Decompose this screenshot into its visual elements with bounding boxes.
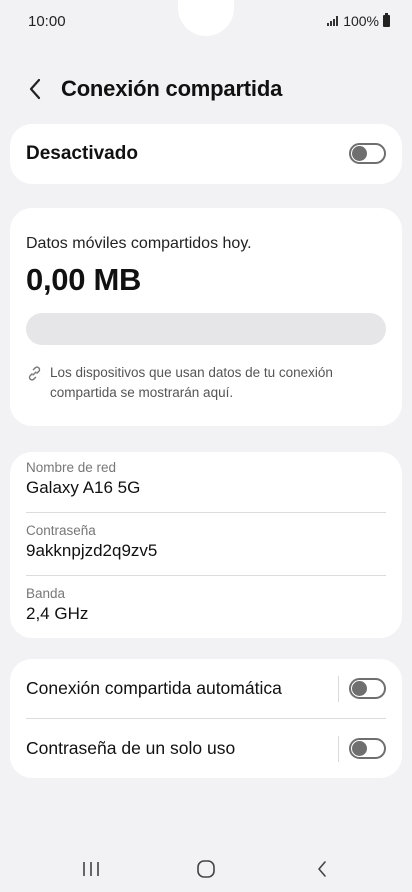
status-time: 10:00	[28, 13, 66, 30]
separator	[338, 676, 339, 702]
camera-notch	[178, 0, 234, 36]
usage-value: 0,00 MB	[26, 262, 142, 297]
options-card: Conexión compartida automática Contraseñ…	[10, 659, 402, 778]
password-value: 9akknpjzd2q9zv5	[26, 541, 158, 560]
separator	[338, 736, 339, 762]
info-text: Los dispositivos que usan datos de tu co…	[50, 365, 333, 400]
password-row[interactable]: Contraseña 9akknpjzd2q9zv5	[26, 523, 386, 561]
network-name-label: Nombre de red	[26, 460, 117, 475]
signal-icon	[327, 16, 339, 26]
recent-apps-button[interactable]	[71, 854, 111, 884]
app-header: Conexión compartida	[0, 70, 412, 108]
status-indicators: 100%	[327, 13, 390, 29]
nav-back-button[interactable]	[302, 854, 342, 884]
navigation-bar	[0, 846, 412, 892]
status-bar: 10:00 100%	[0, 0, 412, 46]
home-button[interactable]	[186, 854, 226, 884]
password-label: Contraseña	[26, 523, 96, 538]
home-icon	[197, 860, 215, 878]
band-value: 2,4 GHz	[26, 604, 89, 623]
network-card: Nombre de red Galaxy A16 5G Contraseña 9…	[10, 452, 402, 638]
network-name-value: Galaxy A16 5G	[26, 478, 141, 497]
battery-icon	[383, 13, 390, 27]
one-time-password-switch[interactable]	[349, 738, 386, 759]
auto-hotspot-switch[interactable]	[349, 678, 386, 699]
band-label: Banda	[26, 586, 66, 601]
divider	[26, 512, 386, 513]
back-button[interactable]	[22, 76, 48, 102]
usage-caption: Datos móviles compartidos hoy.	[26, 235, 252, 252]
battery-percentage: 100%	[343, 13, 379, 29]
master-toggle-switch[interactable]	[349, 143, 386, 164]
screen: 10:00 100% Conexión compartida Desactiva…	[0, 0, 412, 892]
network-name-row[interactable]: Nombre de red Galaxy A16 5G	[26, 460, 386, 498]
divider	[26, 575, 386, 576]
master-toggle-label: Desactivado	[26, 143, 138, 164]
chevron-left-icon	[29, 78, 41, 100]
divider	[26, 718, 386, 719]
usage-card: Datos móviles compartidos hoy. 0,00 MB L…	[10, 208, 402, 426]
page-title: Conexión compartida	[61, 76, 283, 101]
master-toggle-row[interactable]: Desactivado	[10, 124, 402, 184]
recent-apps-icon	[83, 862, 99, 876]
auto-hotspot-label[interactable]: Conexión compartida automática	[26, 678, 282, 699]
usage-progress-bar	[26, 313, 386, 345]
link-icon	[28, 366, 41, 381]
band-row[interactable]: Banda 2,4 GHz	[26, 586, 386, 624]
back-icon	[318, 861, 326, 877]
one-time-password-label[interactable]: Contraseña de un solo uso	[26, 738, 235, 759]
